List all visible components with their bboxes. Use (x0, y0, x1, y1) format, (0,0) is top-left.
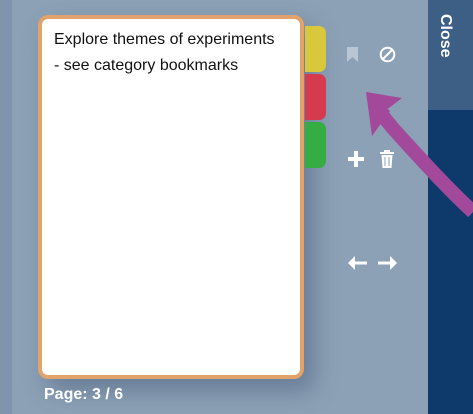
add-icon[interactable] (347, 150, 365, 168)
page-indicator: Page: 3 / 6 (44, 386, 124, 403)
trash-icon[interactable] (380, 150, 394, 168)
category-tab-red[interactable] (305, 74, 326, 120)
block-icon[interactable] (379, 46, 396, 63)
left-edge-strip (0, 0, 12, 414)
arrow-right-icon[interactable] (377, 256, 397, 270)
category-tab-yellow[interactable] (305, 26, 326, 72)
close-label: Close (437, 14, 454, 58)
bookmark-icon[interactable] (347, 47, 358, 62)
note-text[interactable]: Explore themes of experiments - see cate… (54, 27, 290, 79)
arrow-left-icon[interactable] (348, 256, 368, 270)
close-button[interactable]: Close (428, 0, 473, 110)
note-card[interactable]: Explore themes of experiments - see cate… (38, 15, 304, 379)
category-tab-green[interactable] (305, 122, 326, 168)
